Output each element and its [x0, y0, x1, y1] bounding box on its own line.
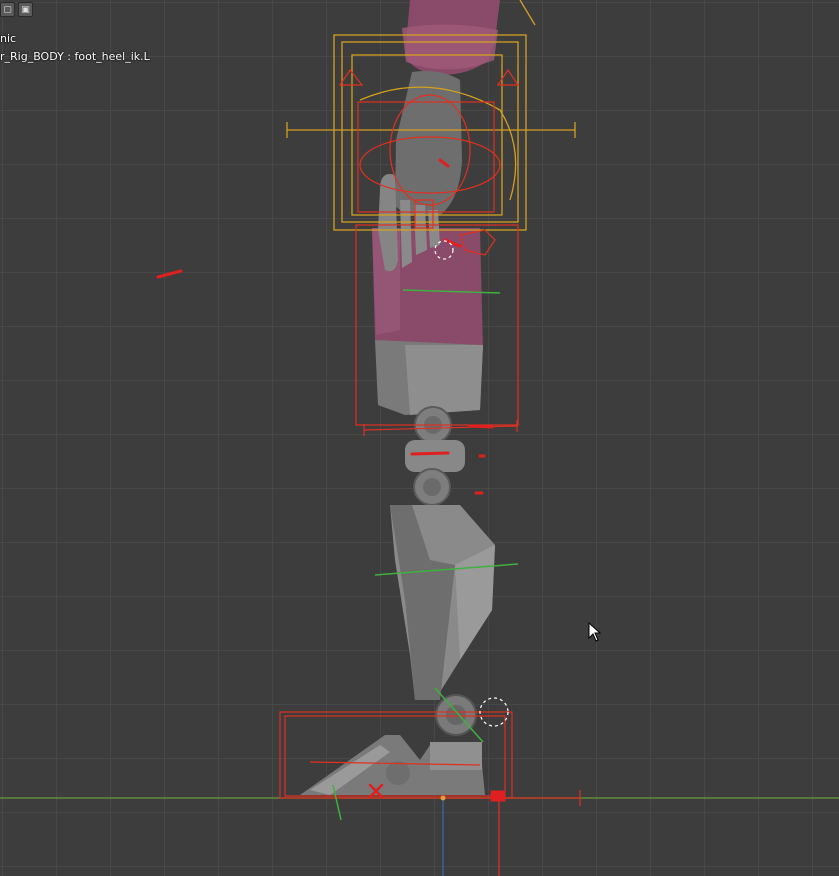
viewport-scene[interactable]: [0, 0, 839, 876]
overlay-toggle-icon[interactable]: ▢: [0, 2, 15, 17]
shin-armor-mesh: [390, 505, 495, 700]
thigh-armor-mesh: [375, 340, 483, 415]
mouse-pointer-icon: [588, 622, 602, 642]
active-bone-label: r_Rig_BODY : foot_heel_ik.L: [0, 50, 150, 63]
xray-toggle-icon[interactable]: ▣: [18, 2, 33, 17]
viewport-mode-label: nic: [0, 32, 17, 45]
viewport-header-tools: ▢ ▣: [0, 2, 33, 17]
origin-point: [440, 795, 446, 801]
knee-joint-mesh: [405, 406, 465, 506]
3d-viewport[interactable]: ▢ ▣ nic r_Rig_BODY : foot_heel_ik.L: [0, 0, 839, 876]
ankle-joint-mesh: [435, 694, 477, 736]
